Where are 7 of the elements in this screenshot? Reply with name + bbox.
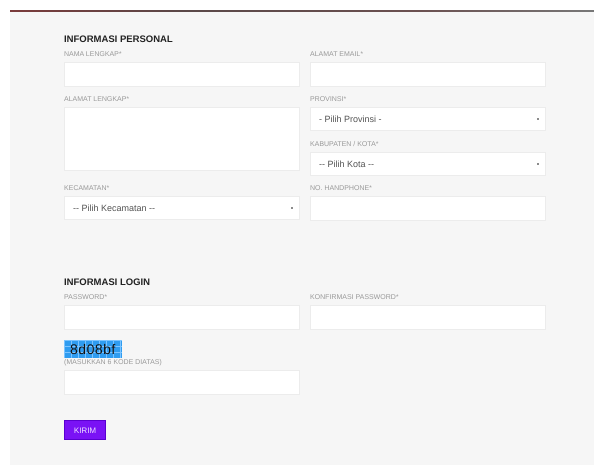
- submit-button[interactable]: KIRIM: [64, 420, 106, 440]
- select-field[interactable]: -- Pilih Kecamatan --: [64, 196, 300, 220]
- select-field[interactable]: - Pilih Provinsi -: [310, 107, 546, 131]
- section-title: INFORMASI LOGIN: [64, 277, 152, 288]
- captcha-image: 8d08bf: [64, 340, 122, 358]
- section-title: INFORMASI PERSONAL: [64, 34, 174, 45]
- select-field[interactable]: -- Pilih Kota --: [310, 152, 546, 176]
